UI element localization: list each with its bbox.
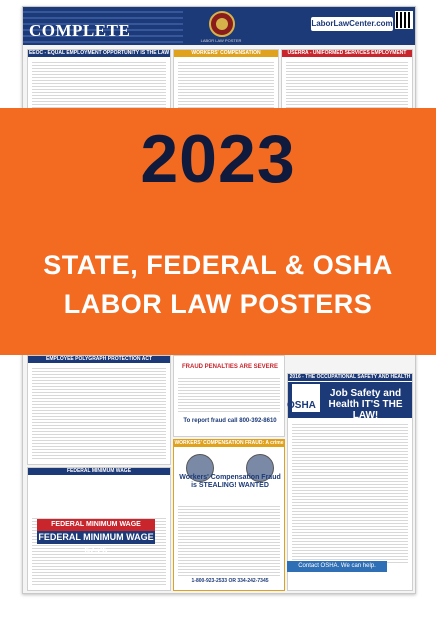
state-seal-icon	[209, 11, 235, 37]
wc-fraud-header: WORKERS' COMPENSATION FRAUD: A crime to …	[174, 440, 284, 453]
wc-fraud-section: WORKERS' COMPENSATION FRAUD: A crime to …	[173, 439, 285, 591]
poster-subtitle: LABOR LAW POSTER	[200, 38, 242, 43]
qr-code-icon	[395, 11, 413, 29]
eeo-header: EEOC - EQUAL EMPLOYMENT OPPORTUNITY IS T…	[28, 50, 170, 57]
federal-wage-value: FEDERAL MINIMUM WAGE $7.25	[37, 531, 155, 555]
wc-stealing-text: Workers' Compensation Fraud is STEALING!…	[179, 474, 281, 489]
federal-wage-header: FEDERAL MINIMUM WAGE	[28, 468, 170, 475]
complete-badge: COMPLETE	[29, 21, 131, 40]
osha-header: 2016 - THE OCCUPATIONAL SAFETY AND HEALT…	[288, 374, 412, 387]
banner-line-1: STATE, FEDERAL & OSHA	[43, 250, 393, 280]
polygraph-section: EMPLOYEE POLYGRAPH PROTECTION ACT	[27, 355, 171, 465]
fraud-penalties-text: FRAUD PENALTIES ARE SEVERE	[181, 364, 278, 370]
userra-header: USERRA - UNIFORMED SERVICES EMPLOYMENT A…	[282, 50, 412, 63]
banner-year: 2023	[140, 121, 296, 197]
promo-banner: 2023 STATE, FEDERAL & OSHA LABOR LAW POS…	[0, 108, 436, 355]
wc-phone-text: 1-800-923-2533 OR 334-242-7345	[191, 578, 269, 584]
banner-line-2: LABOR LAW POSTERS	[63, 289, 373, 319]
site-label: LaborLawCenter.com	[311, 17, 393, 31]
poster-header: COMPLETE LaborLawCenter.com LABOR LAW PO…	[23, 7, 415, 45]
osha-title: Job Safety and Health IT'S THE LAW!	[328, 388, 403, 421]
workers-comp-header: WORKERS' COMPENSATION INFORMATION	[174, 50, 278, 63]
osha-logo: OSHA	[287, 400, 316, 411]
osha-contact: Contact OSHA. We can help.	[287, 561, 387, 572]
polygraph-header: EMPLOYEE POLYGRAPH PROTECTION ACT	[28, 356, 170, 363]
federal-wage-label: FEDERAL MINIMUM WAGE	[37, 519, 155, 531]
report-fraud-text: To report fraud call 800-392-8610	[183, 418, 277, 424]
